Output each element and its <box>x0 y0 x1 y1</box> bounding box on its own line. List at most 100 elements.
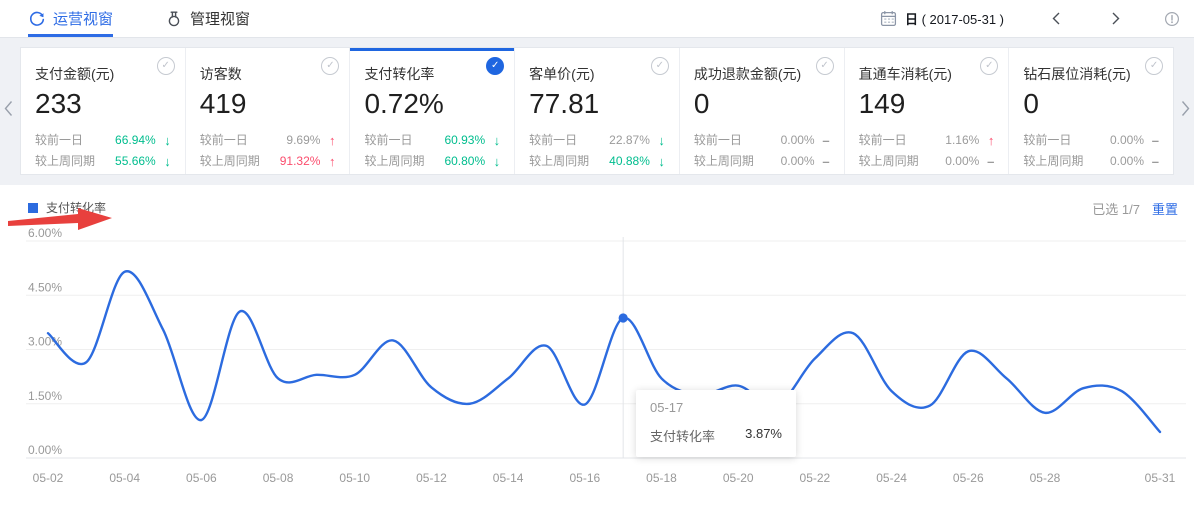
trend-value: 0.00% <box>781 151 815 172</box>
tooltip-series-label: 支付转化率 <box>650 426 715 445</box>
cards-scroll-left-button[interactable] <box>3 100 14 122</box>
metric-card[interactable]: ✓ 成功退款金额(元) 0 较前一日 0.00% – 较上周同期 0.00% – <box>680 48 845 174</box>
card-check-icon[interactable]: ✓ <box>1145 57 1163 75</box>
chart-tooltip: 05-17 支付转化率 3.87% <box>636 390 796 457</box>
trend-label: 较前一日 <box>694 130 781 151</box>
card-check-icon[interactable]: ✓ <box>651 57 669 75</box>
trend-row-day: 较前一日 60.93% ↓ <box>364 130 500 151</box>
trend-arrow-icon: ↓ <box>156 151 171 172</box>
trend-value: 0.00% <box>1110 151 1144 172</box>
trend-value: 0.00% <box>781 130 815 151</box>
reset-link[interactable]: 重置 <box>1152 202 1178 217</box>
x-tick-label: 05-06 <box>186 471 217 485</box>
trend-row-week: 较上周同期 0.00% – <box>859 151 995 172</box>
trend-arrow-icon: ↑ <box>320 151 335 172</box>
metric-value: 0.72% <box>364 88 500 120</box>
trend-label: 较前一日 <box>364 130 444 151</box>
metric-value: 0 <box>1023 88 1159 120</box>
x-tick-label: 05-02 <box>33 471 64 485</box>
metric-title: 支付金额(元) <box>35 64 171 84</box>
x-tick-label: 05-26 <box>953 471 984 485</box>
cards-scroll-right-icon <box>1180 100 1191 117</box>
x-tick-label: 05-12 <box>416 471 447 485</box>
trend-label: 较前一日 <box>529 130 609 151</box>
trend-value: 66.94% <box>115 130 156 151</box>
next-date-button[interactable] <box>1109 11 1122 26</box>
x-tick-label: 05-28 <box>1030 471 1061 485</box>
trend-label: 较前一日 <box>200 130 287 151</box>
trend-row-week: 较上周同期 60.80% ↓ <box>364 151 500 172</box>
selection-status: 已选 1/7 重置 <box>1092 199 1178 218</box>
date-text: 日 ( 2017-05-31 ) <box>905 9 1004 28</box>
trend-row-week: 较上周同期 0.00% – <box>694 151 830 172</box>
trend-label: 较前一日 <box>1023 130 1110 151</box>
trend-arrow-icon: – <box>979 151 994 172</box>
date-selector[interactable]: 日 ( 2017-05-31 ) <box>880 9 1004 28</box>
tab-operations-view[interactable]: 运营视窗 <box>28 0 113 37</box>
trend-label: 较前一日 <box>859 130 946 151</box>
line-chart[interactable]: 0.00%1.50%3.00%4.50%6.00%05-0205-0405-06… <box>0 223 1194 510</box>
cards-scroll-right-button[interactable] <box>1180 100 1191 122</box>
trend-row-day: 较前一日 9.69% ↑ <box>200 130 336 151</box>
highlighted-point <box>619 313 628 322</box>
metric-title: 钻石展位消耗(元) <box>1023 64 1159 84</box>
trend-arrow-icon: ↓ <box>485 130 500 151</box>
y-tick-label: 3.00% <box>28 335 62 349</box>
prev-date-button[interactable] <box>1050 11 1063 26</box>
x-tick-label: 05-22 <box>800 471 831 485</box>
tab-label: 管理视窗 <box>190 8 250 29</box>
trend-arrow-icon: ↓ <box>650 130 665 151</box>
metric-card[interactable]: ✓ 访客数 419 较前一日 9.69% ↑ 较上周同期 91.32% ↑ <box>186 48 351 174</box>
trend-label: 较上周同期 <box>200 151 280 172</box>
trend-label: 较上周同期 <box>35 151 115 172</box>
alert-info-button[interactable] <box>1164 11 1180 27</box>
metric-card[interactable]: ✓ 客单价(元) 77.81 较前一日 22.87% ↓ 较上周同期 40.88… <box>515 48 680 174</box>
trend-row-day: 较前一日 1.16% ↑ <box>859 130 995 151</box>
metric-value: 419 <box>200 88 336 120</box>
trend-label: 较上周同期 <box>694 151 781 172</box>
trend-value: 40.88% <box>609 151 650 172</box>
metric-card[interactable]: ✓ 支付金额(元) 233 较前一日 66.94% ↓ 较上周同期 55.66%… <box>21 48 186 174</box>
cards-scroll-left-icon <box>3 100 14 117</box>
trend-arrow-icon: ↑ <box>320 130 335 151</box>
metric-card[interactable]: ✓ 支付转化率 0.72% 较前一日 60.93% ↓ 较上周同期 60.80%… <box>350 48 515 174</box>
trend-arrow-icon: ↓ <box>156 130 171 151</box>
trend-label: 较上周同期 <box>529 151 609 172</box>
card-check-icon[interactable]: ✓ <box>157 57 175 75</box>
card-check-icon[interactable]: ✓ <box>486 57 504 75</box>
x-tick-label: 05-08 <box>263 471 294 485</box>
trend-arrow-icon: – <box>815 130 830 151</box>
trend-value: 55.66% <box>115 151 156 172</box>
calendar-icon <box>880 10 897 27</box>
metric-value: 77.81 <box>529 88 665 120</box>
card-check-icon[interactable]: ✓ <box>816 57 834 75</box>
trend-row-week: 较上周同期 91.32% ↑ <box>200 151 336 172</box>
trend-row-week: 较上周同期 55.66% ↓ <box>35 151 171 172</box>
red-annotation-arrow <box>8 206 116 232</box>
trend-label: 较上周同期 <box>1023 151 1110 172</box>
x-tick-label: 05-18 <box>646 471 677 485</box>
card-check-icon[interactable]: ✓ <box>321 57 339 75</box>
chevron-right-icon <box>1109 11 1122 26</box>
x-tick-label: 05-24 <box>876 471 907 485</box>
trend-value: 91.32% <box>280 151 321 172</box>
trend-value: 0.00% <box>945 151 979 172</box>
metric-title: 客单价(元) <box>529 64 665 84</box>
selected-count: 已选 1/7 <box>1092 202 1140 217</box>
tab-management-view[interactable]: 管理视窗 <box>165 0 250 37</box>
metric-value: 233 <box>35 88 171 120</box>
date-mode: 日 <box>905 12 918 27</box>
metric-card[interactable]: ✓ 钻石展位消耗(元) 0 较前一日 0.00% – 较上周同期 0.00% – <box>1009 48 1173 174</box>
trend-value: 0.00% <box>1110 130 1144 151</box>
x-tick-label: 05-10 <box>339 471 370 485</box>
y-tick-label: 4.50% <box>28 280 62 294</box>
card-check-icon[interactable]: ✓ <box>980 57 998 75</box>
trend-label: 较上周同期 <box>364 151 444 172</box>
metric-card[interactable]: ✓ 直通车消耗(元) 149 较前一日 1.16% ↑ 较上周同期 0.00% … <box>845 48 1010 174</box>
x-tick-label: 05-14 <box>493 471 524 485</box>
management-view-icon <box>165 10 183 28</box>
trend-row-week: 较上周同期 40.88% ↓ <box>529 151 665 172</box>
metric-cards-section: ✓ 支付金额(元) 233 较前一日 66.94% ↓ 较上周同期 55.66%… <box>20 47 1174 175</box>
trend-label: 较上周同期 <box>859 151 946 172</box>
x-tick-label: 05-31 <box>1145 471 1176 485</box>
